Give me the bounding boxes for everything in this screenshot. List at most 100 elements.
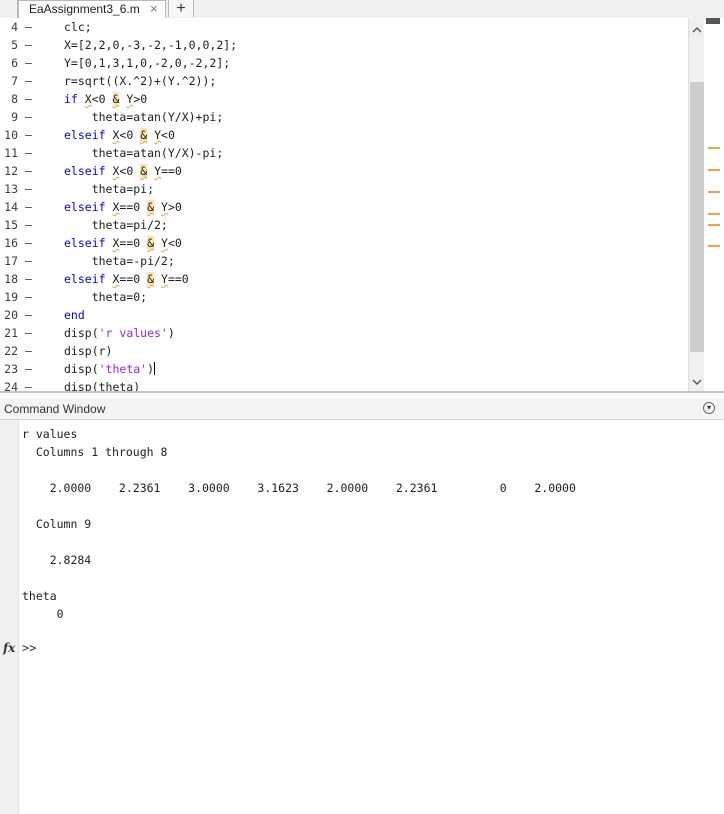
tab-eaassignment3-6[interactable]: EaAssignment3_6.m × [18,0,166,18]
breakpoint-dash[interactable]: – [25,234,32,252]
code-text: theta=0; [64,290,148,304]
breakpoint-dash[interactable]: – [25,216,32,234]
keyword: if [64,92,78,106]
code-line-13[interactable]: 13 – theta=pi; [0,180,688,198]
warning-marker[interactable] [708,224,720,226]
new-tab-button[interactable]: + [168,0,194,17]
chevron-up-icon[interactable] [691,24,703,36]
breakpoint-dash[interactable]: – [25,144,32,162]
breakpoint-dash[interactable]: – [25,378,32,391]
code-line-11[interactable]: 11 – theta=atan(Y/X)-pi; [0,144,688,162]
breakpoint-dash[interactable]: – [25,342,32,360]
breakpoint-dash[interactable]: – [25,360,32,378]
code-line-8[interactable]: 8 – if X<0 & Y>0 [0,90,688,108]
chevron-down-icon[interactable] [691,376,703,388]
line-number: 6 [11,56,18,70]
code-line-5[interactable]: 5 – X=[2,2,0,-3,-2,-1,0,0,2]; [0,36,688,54]
code-text: theta=pi/2; [64,218,168,232]
code-fragment: ==0 [119,200,148,214]
breakpoint-dash[interactable]: – [25,18,32,36]
code-line-6[interactable]: 6 – Y=[0,1,3,1,0,-2,0,-2,2]; [0,54,688,72]
code-line-24[interactable]: 24 – disp(theta) [0,378,688,391]
code-line-20[interactable]: 20 – end [0,306,688,324]
code-line-14[interactable]: 14 – elseif X==0 & Y>0 [0,198,688,216]
line-number: 16 [4,236,18,250]
breakpoint-dash[interactable]: – [25,252,32,270]
breakpoint-dash[interactable]: – [25,126,32,144]
code-line-9[interactable]: 9 – theta=atan(Y/X)+pi; [0,108,688,126]
line-number: 10 [4,128,18,142]
code-line-15[interactable]: 15 – theta=pi/2; [0,216,688,234]
code-text: elseif X<0 & Y<0 [64,126,175,144]
breakpoint-dash[interactable]: – [25,198,32,216]
code-text: theta=atan(Y/X)-pi; [64,146,224,160]
line-number: 9 [11,110,18,124]
code-fragment: ) [147,362,155,376]
code-text: elseif X==0 & Y>0 [64,198,182,216]
warning-marker[interactable] [708,213,720,215]
code-line-12[interactable]: 12 – elseif X<0 & Y==0 [0,162,688,180]
breakpoint-dash[interactable]: – [25,72,32,90]
line-number: 20 [4,308,18,322]
breakpoint-dash[interactable]: – [25,54,32,72]
line-number: 4 [11,20,18,34]
code-fragment: <0 [119,128,141,142]
command-window-header: Command Window ▾ [0,398,724,420]
code-analyzer-bar [704,18,724,391]
code-fragment: disp( [64,326,99,340]
code-line-18[interactable]: 18 – elseif X==0 & Y==0 [0,270,688,288]
code-text: theta=pi; [64,182,155,196]
warning-marker[interactable] [708,169,720,171]
code-line-10[interactable]: 10 – elseif X<0 & Y<0 [0,126,688,144]
breakpoint-dash[interactable]: – [25,288,32,306]
breakpoint-dash[interactable]: – [25,90,32,108]
code-line-22[interactable]: 22 – disp(r) [0,342,688,360]
warning-marker[interactable] [708,191,720,193]
warning-marker[interactable] [708,245,720,247]
command-window-gutter [0,420,19,814]
function-browser-icon[interactable]: fx [3,641,15,655]
breakpoint-dash[interactable]: – [25,324,32,342]
chevron-down-icon[interactable]: ▾ [703,402,715,414]
code-line-23[interactable]: 23 – disp('theta') [0,360,688,378]
code-line-19[interactable]: 19 – theta=0; [0,288,688,306]
breakpoint-dash[interactable]: – [25,306,32,324]
code-fragment: <0 [167,236,182,250]
string-literal: 'r values' [98,326,168,340]
warning-marker[interactable] [708,147,720,149]
breakpoint-dash[interactable]: – [25,108,32,126]
editor-tab-bar: EaAssignment3_6.m × + [0,0,724,19]
breakpoint-dash[interactable]: – [25,162,32,180]
code-text: X=[2,2,0,-3,-2,-1,0,0,2]; [64,38,238,52]
warning-token: X [84,92,92,106]
line-number: 8 [11,92,18,106]
close-icon[interactable]: × [150,1,158,16]
code-line-21[interactable]: 21 – disp('r values') [0,324,688,342]
code-text: end [64,306,85,324]
code-text: disp('r values') [64,324,175,342]
breakpoint-dash[interactable]: – [25,180,32,198]
output-r-values-label: r values [22,427,78,441]
code-line-7[interactable]: 7 – r=sqrt((X.^2)+(Y.^2)); [0,72,688,90]
code-fragment: >0 [133,92,148,106]
output-column-9-header: Column 9 [22,517,92,531]
code-editor[interactable]: 4 – clc; 5 – X=[2,2,0,-3,-2,-1,0,0,2]; 6… [0,18,724,393]
code-text: Y=[0,1,3,1,0,-2,0,-2,2]; [64,56,231,70]
line-number: 11 [4,146,18,160]
scrollbar-thumb[interactable] [690,82,704,352]
code-line-17[interactable]: 17 – theta=-pi/2; [0,252,688,270]
code-text: clc; [64,20,92,34]
code-line-16[interactable]: 16 – elseif X==0 & Y<0 [0,234,688,252]
breakpoint-dash[interactable]: – [25,36,32,54]
command-prompt[interactable]: >> [22,641,36,655]
analyzer-status-icon[interactable] [706,18,720,24]
code-line-4[interactable]: 4 – clc; [0,18,688,36]
breakpoint-dash[interactable]: – [25,270,32,288]
output-r-row-2: 2.8284 [22,553,92,567]
warning-token: Y [161,200,168,214]
code-fragment: ==0 [119,272,148,286]
keyword: elseif [64,128,106,142]
editor-vertical-scrollbar[interactable] [688,18,705,391]
output-r-row-1: 2.0000 2.2361 3.0000 3.1623 2.0000 2.236… [22,481,576,495]
code-text: disp('theta') [64,360,156,378]
